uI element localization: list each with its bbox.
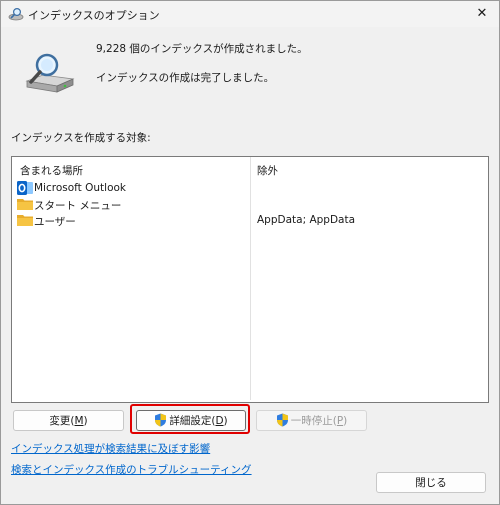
list-item-exclude: AppData; AppData [257, 214, 356, 226]
list-item-name: Microsoft Outlook [34, 182, 127, 194]
indexing-options-dialog: インデックスのオプション ✕ 9,228 個のインデックスが作成されました。 イ… [0, 0, 500, 505]
title-bar: インデックスのオプション ✕ [1, 1, 499, 27]
close-icon[interactable]: ✕ [465, 1, 499, 27]
list-item-name: スタート メニュー [34, 200, 122, 212]
uac-shield-icon [276, 413, 288, 427]
pause-button[interactable]: 一時停止(P) [256, 410, 367, 431]
folder-icon [17, 215, 33, 226]
close-button[interactable]: 閉じる [376, 472, 486, 493]
pause-button-label: 一時停止( [290, 415, 337, 427]
column-header-exclude[interactable]: 除外 [257, 163, 278, 178]
indexing-effect-link[interactable]: インデックス処理が検索結果に及ぼす影響 [11, 441, 210, 456]
search-index-icon [8, 7, 24, 21]
index-locations-list[interactable]: 含まれる場所 除外 Microsoft Outlook スタート メニュー ユー… [11, 156, 489, 403]
list-item-name: ユーザー [34, 216, 76, 228]
advanced-button-highlight [130, 404, 250, 434]
outlook-icon [17, 181, 33, 195]
folder-icon [17, 199, 33, 210]
modify-access-key: M [74, 415, 84, 427]
column-header-included-locations[interactable]: 含まれる場所 [20, 163, 83, 178]
list-item[interactable]: ユーザー AppData; AppData [17, 213, 487, 229]
indexing-status-text: インデックスの作成は完了しました。 [96, 72, 275, 84]
modify-button-suffix: ) [83, 415, 88, 427]
troubleshoot-link[interactable]: 検索とインデックス作成のトラブルシューティング [11, 462, 252, 477]
modify-button-label: 変更( [49, 415, 75, 427]
window-title: インデックスのオプション [28, 9, 160, 22]
modify-button[interactable]: 変更(M) [13, 410, 124, 431]
index-locations-label: インデックスを作成する対象: [11, 132, 151, 144]
pause-button-suffix: ) [343, 415, 348, 427]
indexed-count-text: 9,228 個のインデックスが作成されました。 [96, 43, 308, 55]
indexing-drive-icon [25, 53, 75, 93]
list-item[interactable]: スタート メニュー [17, 197, 487, 213]
list-item[interactable]: Microsoft Outlook [17, 181, 487, 197]
